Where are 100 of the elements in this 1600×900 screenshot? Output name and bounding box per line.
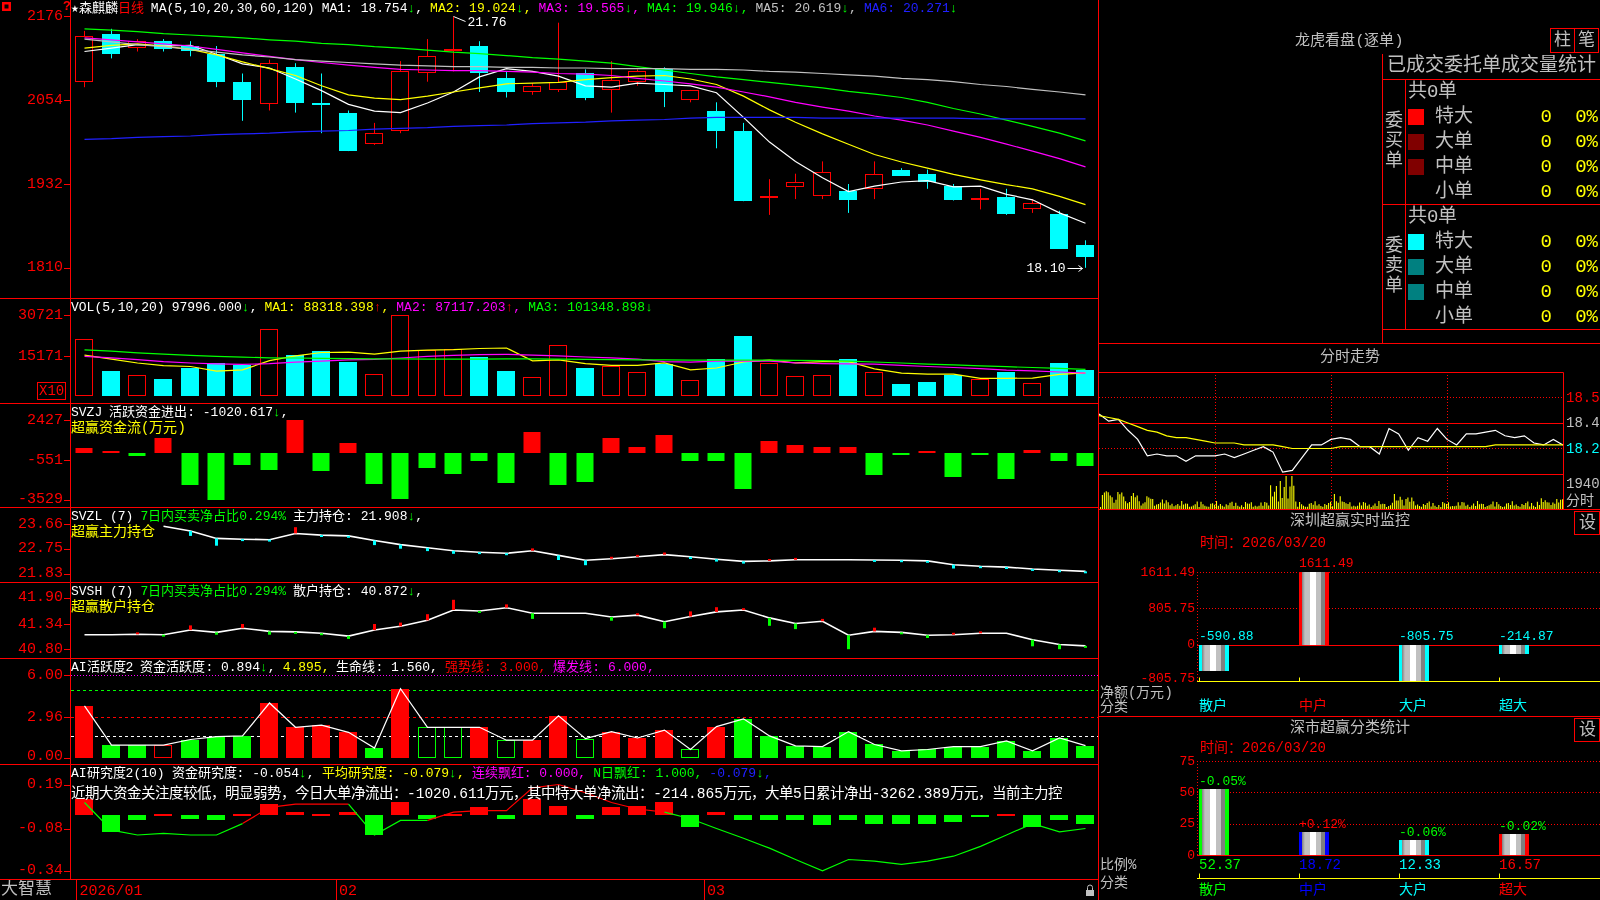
stock-name: ★森麒麟 — [71, 1, 118, 16]
view-button[interactable]: 笔 — [1574, 28, 1599, 53]
change-bar — [584, 560, 587, 566]
settings-button[interactable]: 设 — [1574, 511, 1600, 535]
category-label: 超大 — [1499, 698, 1527, 714]
axis-title: 净额(万元) — [1100, 685, 1173, 701]
volume-bar — [944, 375, 962, 396]
order-total: 共0单 — [1408, 81, 1458, 103]
research-bar — [813, 815, 831, 825]
flow-bar — [260, 453, 278, 470]
research-bar — [365, 815, 383, 835]
indicator-value: 7日内买卖净占比0.294% — [140, 509, 287, 524]
flow-bar — [734, 453, 752, 489]
flow-bar — [312, 453, 330, 471]
volume-bar — [918, 382, 936, 396]
axis-label: 2.96 — [27, 708, 63, 726]
view-button[interactable]: 柱 — [1550, 28, 1575, 53]
change-bar — [373, 540, 376, 546]
change-bar — [505, 604, 508, 608]
value-label: 16.57 — [1499, 857, 1541, 873]
change-bar — [742, 561, 745, 564]
flow-bar — [418, 453, 436, 468]
research-bar — [839, 815, 857, 820]
research-bar — [207, 815, 225, 820]
indicator-value: 活跃资金进出: -1020.617↓, — [109, 405, 289, 420]
change-bar — [715, 607, 718, 612]
change-label: -0.05% — [1199, 773, 1246, 789]
change-bar — [979, 566, 982, 569]
research-bar — [786, 815, 804, 820]
volume-bar — [470, 357, 488, 396]
change-bar — [399, 622, 402, 627]
candlestick — [760, 178, 778, 216]
axis-label: 22.75 — [18, 540, 63, 558]
flow-bar — [339, 443, 357, 453]
volume-bar — [444, 349, 462, 396]
candlestick — [444, 16, 462, 72]
indicator-value: MA1: 18.754↓, — [321, 1, 424, 16]
change-bar — [663, 552, 666, 555]
axis-label: 30721 — [18, 306, 63, 324]
candlestick — [497, 70, 515, 98]
indicator-name: AI研究度2(10) — [71, 766, 165, 781]
candlestick — [681, 89, 699, 103]
change-bar — [347, 636, 350, 639]
volume-bar — [102, 371, 120, 396]
candlestick — [1076, 239, 1094, 269]
research-bar — [339, 812, 357, 815]
flow-bar — [839, 447, 857, 453]
axis-label: -805.75 — [1140, 670, 1195, 686]
candlestick — [865, 160, 883, 200]
net-amount-bar — [1499, 645, 1529, 654]
price-label: 18.2 — [1566, 440, 1600, 457]
volume-bar — [207, 363, 225, 396]
indicator-caption: 超赢散户持仓 — [71, 599, 155, 615]
settings-button[interactable]: 设 — [1574, 718, 1600, 742]
volume-bar — [418, 350, 436, 396]
volume-bar — [760, 363, 778, 396]
change-bar — [399, 544, 402, 549]
flow-bar — [523, 432, 541, 453]
axis-label: 21.83 — [18, 565, 63, 582]
volume-bar — [260, 329, 278, 396]
change-label: -0.06% — [1399, 824, 1446, 840]
volume-bar — [312, 351, 330, 396]
volume-bar — [549, 345, 567, 396]
order-type-label: 特大 — [1434, 105, 1474, 128]
change-bar — [952, 632, 955, 635]
help-mark[interactable]: ? — [63, 0, 71, 13]
indicator-name: SVZJ — [71, 405, 103, 420]
volume-bar — [576, 368, 594, 396]
indicator-name: AI活跃度2 — [71, 660, 134, 675]
indicator-value: -0.079↓, — [709, 766, 772, 781]
change-bar — [215, 538, 218, 546]
volume-bar — [971, 379, 989, 396]
research-bar — [470, 807, 488, 815]
flow-bar — [181, 453, 199, 485]
candlestick — [549, 22, 567, 93]
change-label: -0.02% — [1499, 818, 1546, 834]
candlestick — [813, 160, 831, 200]
order-count: 0 — [1539, 105, 1552, 128]
category-label: 大户 — [1399, 698, 1427, 714]
volume-bar — [892, 384, 910, 396]
flow-bar — [470, 453, 488, 461]
axis-label: 15171 — [18, 347, 63, 365]
flow-bar — [1050, 453, 1068, 461]
indicator-value: MA5: 20.619↓, — [755, 1, 857, 16]
flow-bar — [681, 453, 699, 461]
date-label: 时间：2026/03/20 — [1200, 740, 1326, 756]
candlestick — [944, 183, 962, 201]
change-bar — [663, 621, 666, 629]
flow-bar — [655, 435, 673, 453]
change-bar — [1084, 571, 1087, 574]
axis-title: 比例% — [1100, 857, 1137, 873]
change-bar — [452, 599, 455, 610]
candlestick — [1023, 198, 1041, 214]
ratio-bar — [1399, 840, 1429, 855]
change-bar — [742, 608, 745, 611]
flow-bar — [1076, 453, 1094, 466]
ratio-bar — [1199, 789, 1229, 855]
change-bar — [794, 623, 797, 630]
order-count: 0 — [1539, 130, 1552, 153]
panel-title: 深市超赢分类统计 — [1289, 720, 1410, 737]
